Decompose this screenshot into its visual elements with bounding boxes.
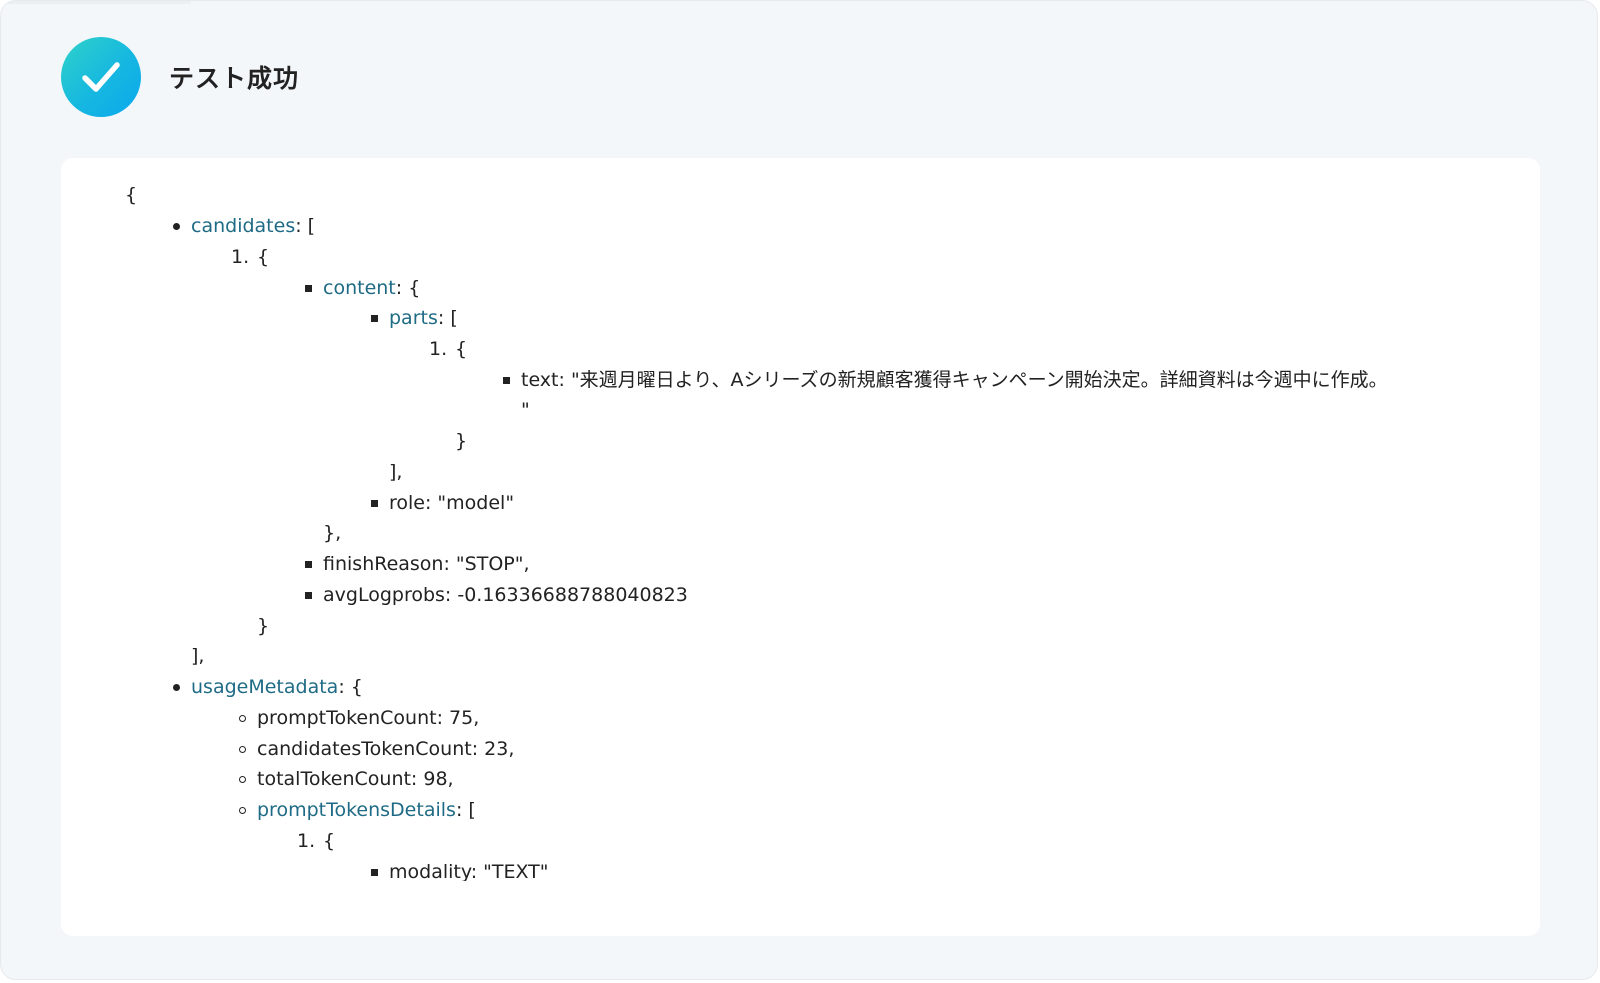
json-line-content: avgLogprobs: -0.16336688788040823 [323, 584, 688, 606]
json-line: candidatesTokenCount: 23, [239, 737, 514, 761]
json-line: totalTokenCount: 98, [239, 767, 454, 791]
json-line-content: }, [323, 522, 341, 544]
json-value: : { [338, 676, 363, 698]
json-line-content: parts: [ [389, 307, 458, 329]
list-bullet-icon [371, 500, 378, 507]
json-line: 1. { [429, 337, 467, 361]
json-line-content: finishReason: "STOP", [323, 553, 530, 575]
json-value: }, [323, 522, 342, 544]
list-bullet-icon [173, 684, 180, 691]
json-tree[interactable]: {candidates: [1.{content: {parts: [1.{te… [61, 158, 1540, 881]
json-line-content: usageMetadata: { [191, 676, 363, 698]
list-bullet-icon [305, 285, 312, 292]
json-line-content: { [257, 246, 269, 268]
json-line-content: modality: "TEXT" [389, 861, 549, 881]
json-line: modality: "TEXT" [371, 860, 549, 881]
json-value: } [257, 615, 270, 637]
json-value: : [ [455, 799, 476, 821]
json-line: avgLogprobs: -0.16336688788040823 [305, 583, 688, 607]
json-line-content: candidatesTokenCount: 23, [257, 738, 514, 760]
list-number: 1. [231, 246, 250, 268]
list-bullet-icon [305, 592, 312, 599]
json-line: ], [191, 644, 204, 668]
list-bullet-icon [239, 715, 246, 722]
json-line: parts: [ [371, 306, 458, 330]
json-line-content: promptTokenCount: 75, [257, 707, 479, 729]
json-value: modality: "TEXT" [389, 861, 549, 881]
json-value: ], [389, 461, 403, 483]
json-line-content: { [455, 338, 467, 360]
json-value: ], [191, 645, 205, 667]
json-line-content: { [125, 184, 137, 206]
list-bullet-icon [371, 869, 378, 876]
json-value: { [125, 184, 138, 206]
json-line: }, [323, 521, 341, 545]
json-line-content: " [521, 399, 530, 421]
json-value: : { [395, 277, 421, 299]
json-line: finishReason: "STOP", [305, 552, 530, 576]
json-line: ], [389, 460, 402, 484]
json-line: } [455, 429, 467, 453]
json-value: : [ [437, 307, 458, 329]
list-bullet-icon [503, 377, 510, 384]
json-line-content: content: { [323, 277, 420, 299]
json-value: " [521, 399, 530, 421]
json-line-content: promptTokensDetails: [ [257, 799, 476, 821]
json-line-content: ], [389, 461, 402, 483]
json-line: 1. { [297, 829, 335, 853]
json-line-content: totalTokenCount: 98, [257, 768, 454, 790]
json-line: 1. { [231, 245, 269, 269]
list-bullet-icon [371, 315, 378, 322]
json-line: role: "model" [371, 491, 514, 515]
json-value: candidatesTokenCount: 23, [257, 738, 515, 760]
json-line: { [125, 183, 137, 207]
json-line-content: } [257, 615, 269, 637]
list-bullet-icon [173, 223, 180, 230]
json-value: avgLogprobs: -0.16336688788040823 [323, 584, 688, 606]
json-value: totalTokenCount: 98, [257, 768, 454, 790]
list-bullet-icon [305, 561, 312, 568]
list-number: 1. [297, 830, 316, 852]
json-key[interactable]: promptTokensDetails [257, 799, 456, 821]
json-line-content: text: "来週月曜日より、Aシリーズの新規顧客獲得キャンペーン開始決定。詳細… [521, 369, 1388, 391]
result-frame: テスト成功 {candidates: [1.{content: {parts: … [0, 0, 1598, 980]
json-line: } [257, 614, 269, 638]
json-value: { [323, 830, 336, 852]
json-value: { [455, 338, 468, 360]
list-bullet-icon [239, 807, 246, 814]
json-value: promptTokenCount: 75, [257, 707, 480, 729]
json-line-content: } [455, 430, 467, 452]
json-value: text: "来週月曜日より、Aシリーズの新規顧客獲得キャンペーン開始決定。詳細… [521, 369, 1388, 391]
list-number: 1. [429, 338, 448, 360]
top-divider [1, 1, 191, 4]
json-value: finishReason: "STOP", [323, 553, 530, 575]
json-line: content: { [305, 276, 420, 300]
list-bullet-icon [239, 776, 246, 783]
json-value: { [257, 246, 270, 268]
json-value: } [455, 430, 468, 452]
json-key[interactable]: usageMetadata [191, 676, 338, 698]
json-line-content: { [323, 830, 335, 852]
json-value: role: "model" [389, 492, 515, 514]
test-status: テスト成功 [61, 37, 299, 117]
json-line-content: ], [191, 645, 204, 667]
json-line: usageMetadata: { [173, 675, 363, 699]
json-line: text: "来週月曜日より、Aシリーズの新規顧客獲得キャンペーン開始決定。詳細… [503, 368, 1388, 392]
json-line-content: role: "model" [389, 492, 514, 514]
json-line: candidates: [ [173, 214, 315, 238]
json-line: promptTokensDetails: [ [239, 798, 476, 822]
check-circle-icon [61, 37, 141, 117]
json-key[interactable]: candidates [191, 215, 295, 237]
json-line: promptTokenCount: 75, [239, 706, 479, 730]
json-key[interactable]: parts [389, 307, 438, 329]
checkmark-icon [82, 62, 120, 92]
json-key[interactable]: content [323, 277, 396, 299]
json-output-panel[interactable]: {candidates: [1.{content: {parts: [1.{te… [61, 158, 1540, 936]
list-bullet-icon [239, 746, 246, 753]
json-line: " [521, 398, 530, 422]
json-line-content: candidates: [ [191, 215, 315, 237]
json-value: : [ [295, 215, 316, 237]
status-title: テスト成功 [169, 65, 300, 93]
